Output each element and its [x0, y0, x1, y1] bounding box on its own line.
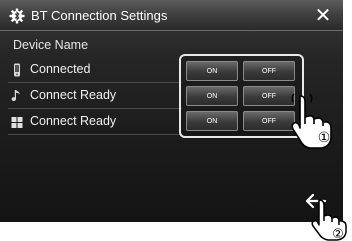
gear-bluetooth-icon	[9, 8, 25, 24]
device-row-1: Connected	[8, 58, 182, 83]
phone-icon	[14, 63, 20, 77]
device-label: Connect Ready	[30, 88, 117, 102]
device-row-2: Connect Ready	[8, 84, 182, 109]
title-bar: BT Connection Settings ✕	[0, 0, 343, 31]
page-title: BT Connection Settings	[31, 8, 168, 23]
on-button-device-3[interactable]: ON	[186, 111, 238, 131]
off-button-device-1[interactable]: OFF	[243, 61, 295, 81]
music-note-icon	[11, 90, 21, 102]
close-button[interactable]: ✕	[311, 5, 335, 27]
callout-label-2: ②	[332, 227, 344, 241]
device-label: Connect Ready	[30, 114, 117, 128]
grid-icon	[11, 117, 23, 128]
on-button-device-2[interactable]: ON	[186, 86, 238, 106]
device-label: Connected	[30, 62, 91, 76]
device-name-header: Device Name	[13, 38, 89, 52]
pointing-hand-icon: ②	[311, 199, 347, 241]
on-button-device-1[interactable]: ON	[186, 61, 238, 81]
device-row-3: Connect Ready	[8, 110, 182, 135]
callout-label-1: ①	[318, 130, 331, 146]
pointing-hand-icon: ①	[291, 93, 332, 149]
